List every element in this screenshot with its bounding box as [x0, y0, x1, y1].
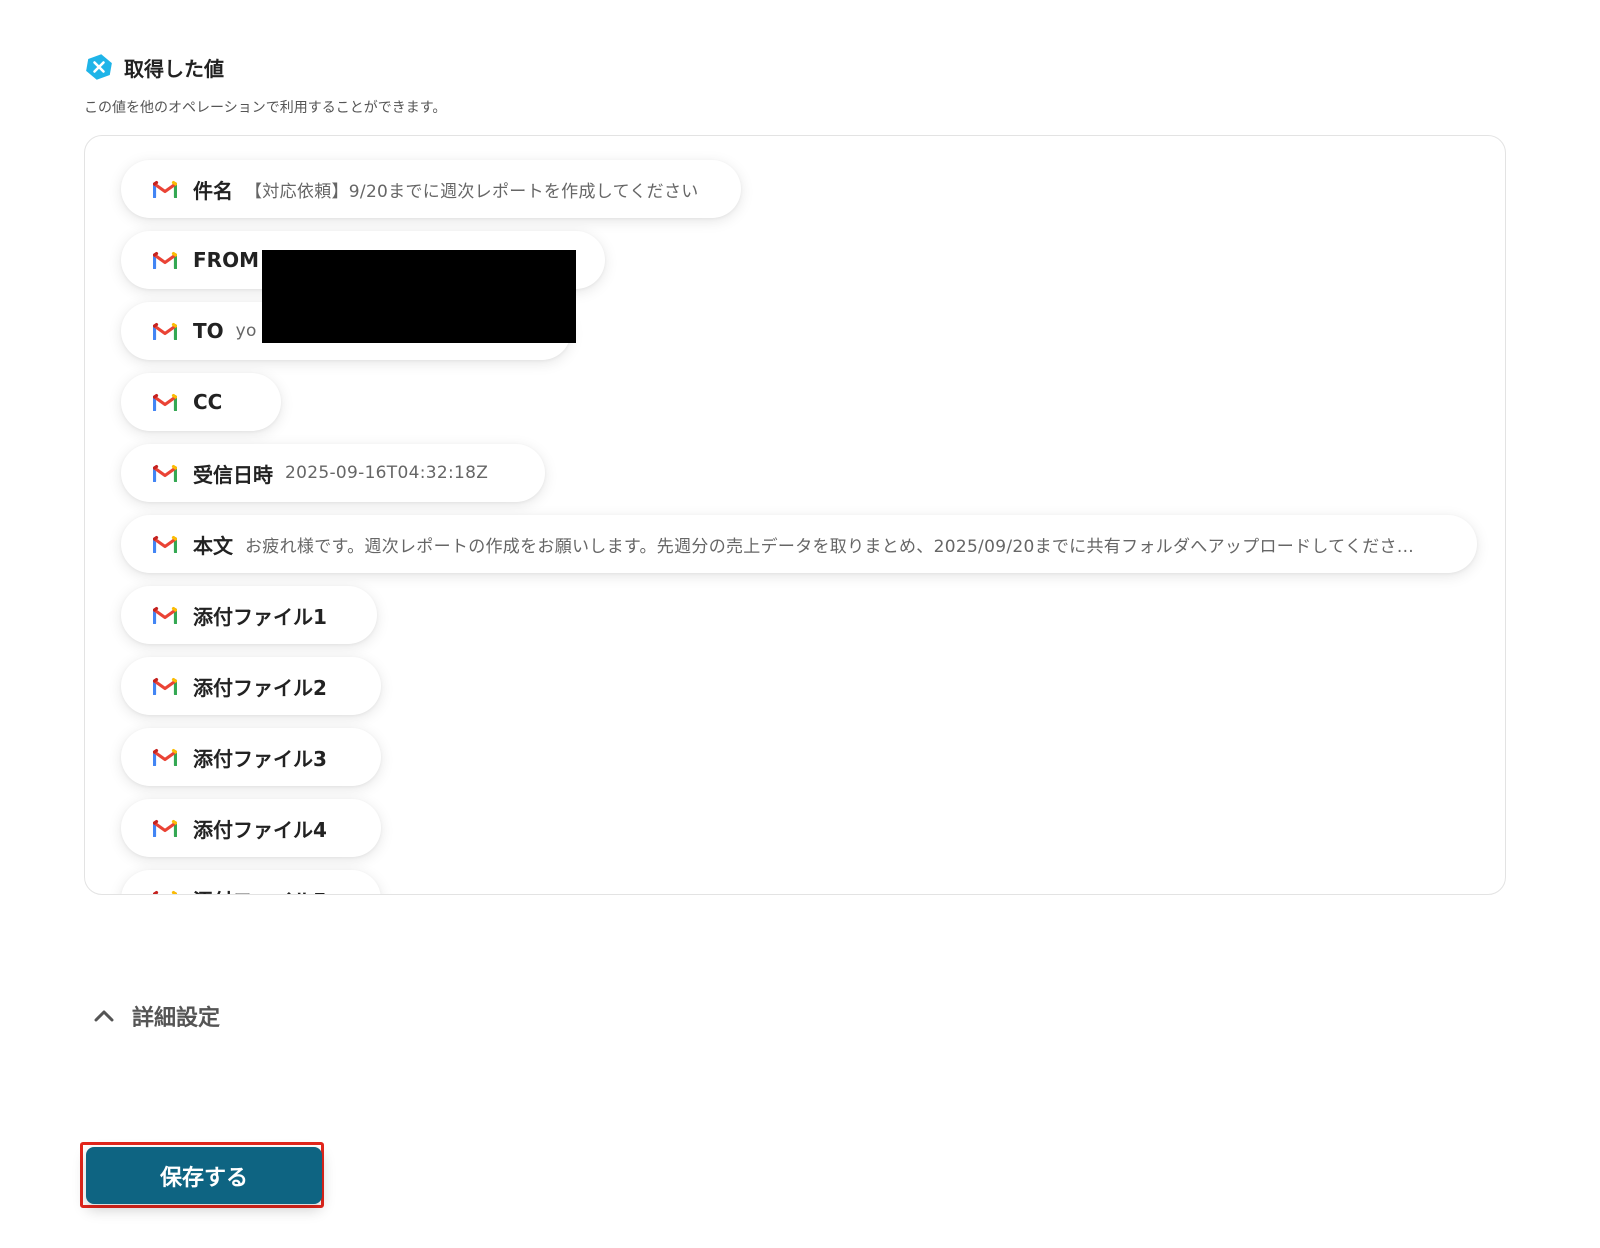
value-label: FROM [193, 248, 259, 272]
gmail-icon [153, 323, 177, 340]
value-label: 添付ファイル5 [193, 885, 327, 895]
value-label: CC [193, 390, 223, 414]
value-chip-attachment-1[interactable]: 添付ファイル1 [121, 586, 377, 644]
gmail-icon [153, 607, 177, 624]
gmail-icon [153, 678, 177, 695]
gmail-icon [153, 252, 177, 269]
value-chip-attachment-5[interactable]: 添付ファイル5 [121, 870, 381, 895]
value-text: yo [235, 321, 257, 341]
value-text: 【対応依頼】9/20までに週次レポートを作成してください [245, 181, 699, 202]
value-chip-attachment-3[interactable]: 添付ファイル3 [121, 728, 381, 786]
section-header: 取得した値 [84, 52, 224, 82]
retrieved-values-panel[interactable]: 件名 【対応依頼】9/20までに週次レポートを作成してください FROM TO … [84, 135, 1506, 895]
value-chip-attachment-2[interactable]: 添付ファイル2 [121, 657, 381, 715]
brand-x-hexagon-icon [86, 54, 112, 80]
gmail-icon [153, 820, 177, 837]
value-chip-received-at[interactable]: 受信日時 2025-09-16T04:32:18Z [121, 444, 545, 502]
section-description: この値を他のオペレーションで利用することができます。 [84, 100, 447, 116]
gmail-icon [153, 181, 177, 198]
value-chip-subject[interactable]: 件名 【対応依頼】9/20までに週次レポートを作成してください [121, 160, 741, 218]
value-text: お疲れ様です。週次レポートの作成をお願いします。先週分の売上データを取りまとめ、… [245, 536, 1414, 557]
gmail-icon [153, 394, 177, 411]
advanced-settings-label: 詳細設定 [132, 1006, 221, 1031]
gmail-icon [153, 891, 177, 894]
value-chip-body[interactable]: 本文 お疲れ様です。週次レポートの作成をお願いします。先週分の売上データを取りま… [121, 515, 1477, 573]
chevron-up-icon [94, 1010, 114, 1022]
value-chip-attachment-4[interactable]: 添付ファイル4 [121, 799, 381, 857]
value-label: TO [193, 319, 224, 343]
redaction-box [262, 250, 576, 343]
value-text: 2025-09-16T04:32:18Z [285, 463, 489, 483]
value-label: 添付ファイル3 [193, 746, 327, 771]
gmail-icon [153, 749, 177, 766]
value-chip-cc[interactable]: CC [121, 373, 281, 431]
section-title: 取得した値 [124, 56, 224, 81]
gmail-icon [153, 465, 177, 482]
value-label: 件名 [193, 178, 233, 203]
advanced-settings-toggle[interactable]: 詳細設定 [92, 1000, 220, 1032]
gmail-icon [153, 536, 177, 553]
value-label: 添付ファイル1 [193, 604, 327, 629]
save-button[interactable]: 保存する [86, 1147, 322, 1204]
value-label: 受信日時 [193, 462, 273, 487]
value-label: 本文 [193, 533, 233, 558]
value-label: 添付ファイル4 [193, 817, 327, 842]
value-label: 添付ファイル2 [193, 675, 327, 700]
